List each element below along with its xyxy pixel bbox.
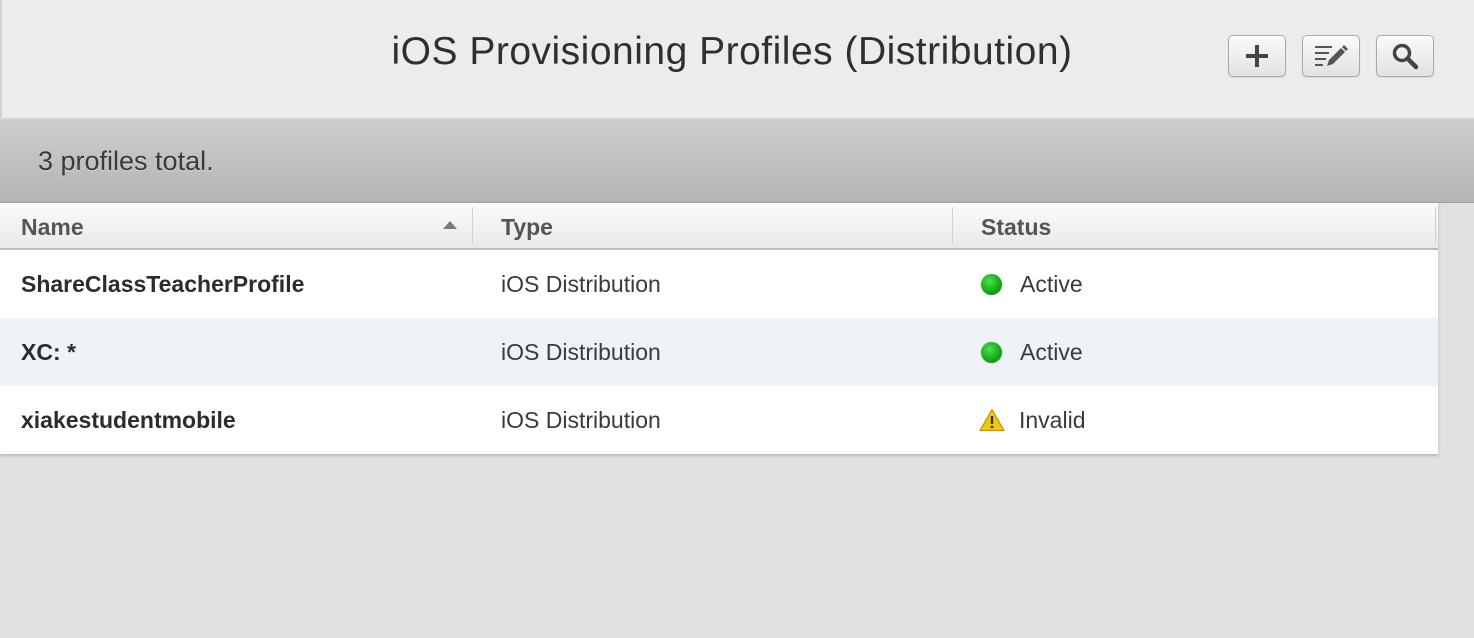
app-window: iOS Provisioning Profiles (Distribution) [0,0,1474,638]
search-button[interactable] [1376,35,1434,77]
profile-type: iOS Distribution [501,339,661,365]
toolbar [1228,35,1434,77]
green-dot-icon [981,341,1002,363]
column-header-name[interactable]: Name [0,203,473,248]
column-type-label: Type [501,214,553,240]
add-button[interactable] [1228,35,1286,77]
table-row[interactable]: xiakestudentmobile iOS Distribution Inva… [0,386,1438,454]
profiles-table: Name Type Status ShareClassTeacherProfil… [0,203,1438,454]
summary-bar: 3 profiles total. [0,120,1474,203]
search-icon [1392,43,1419,70]
profile-type: iOS Distribution [501,407,661,433]
profile-name: XC: * [21,339,76,365]
table-row[interactable]: XC: * iOS Distribution Active [0,318,1438,386]
green-dot-icon [981,273,1002,295]
column-name-label: Name [21,214,84,240]
header-bar: iOS Provisioning Profiles (Distribution) [0,0,1474,120]
column-header-type[interactable]: Type [473,203,953,248]
sort-ascending-icon [443,221,457,229]
column-status-label: Status [981,214,1052,240]
warning-icon [979,408,1005,432]
edit-icon [1315,45,1348,66]
status-label: Active [1020,271,1083,297]
profile-status: Active [953,250,1083,318]
status-label: Active [1020,339,1083,365]
profile-type: iOS Distribution [501,271,661,297]
profile-status: Active [953,318,1083,386]
edit-button[interactable] [1302,35,1360,77]
plus-icon [1246,45,1268,67]
profile-name: ShareClassTeacherProfile [21,271,305,297]
table-header: Name Type Status [0,203,1438,250]
status-label: Invalid [1019,407,1086,433]
profile-name: xiakestudentmobile [21,407,236,433]
profile-status: Invalid [953,386,1085,454]
profile-count: 3 profiles total. [38,146,214,176]
column-header-status[interactable]: Status [953,203,1436,248]
table-row[interactable]: ShareClassTeacherProfile iOS Distributio… [0,250,1438,318]
